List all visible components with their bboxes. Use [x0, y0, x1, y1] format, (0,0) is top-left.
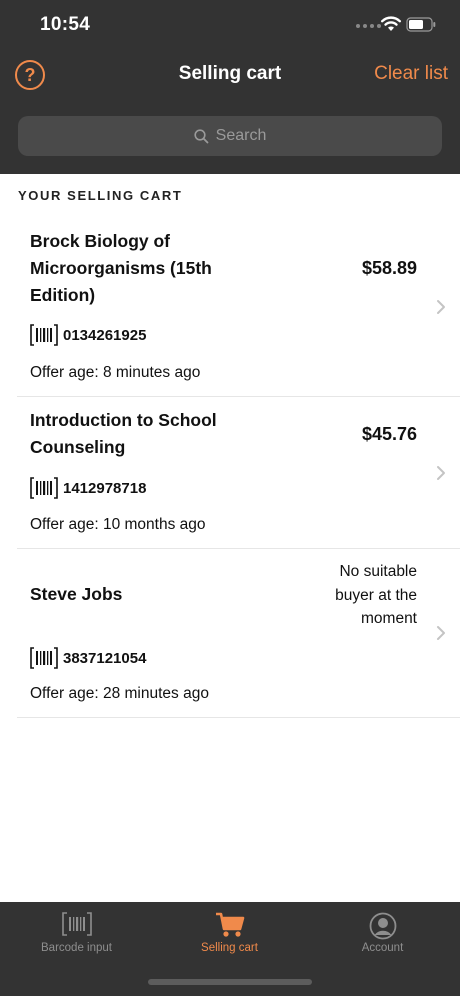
signal-icon [356, 24, 381, 28]
barcode-icon [61, 912, 92, 936]
offer-age: Offer age: 8 minutes ago [30, 364, 201, 381]
header: 10:54 ? Selling cart Clear list Search [0, 0, 460, 174]
barcode-icon [30, 324, 58, 346]
item-isbn: 0134261925 [30, 324, 146, 346]
search-input[interactable]: Search [18, 116, 442, 156]
isbn-value: 0134261925 [63, 326, 147, 344]
account-icon [369, 912, 396, 940]
item-isbn: 1412978718 [30, 477, 146, 499]
status-time: 10:54 [40, 14, 91, 35]
home-indicator [148, 979, 312, 985]
item-price: $45.76 [361, 424, 417, 444]
tab-label: Selling cart [201, 942, 258, 954]
item-title: Brock Biology of Microorganisms (15th Ed… [30, 231, 212, 305]
item-status-note: No suitable buyer at the moment [335, 563, 417, 627]
status-bar: 10:54 [0, 0, 460, 50]
item-isbn: 3837121054 [30, 647, 146, 669]
chevron-right-icon [437, 300, 445, 314]
tab-selling-cart[interactable]: Selling cart [153, 902, 306, 962]
cart-item[interactable]: Steve Jobs No suitable buyer at the mome… [17, 549, 460, 718]
battery-icon [406, 17, 436, 32]
navigation-bar: ? Selling cart Clear list [0, 52, 460, 96]
item-title: Introduction to School Counseling [30, 410, 217, 457]
wifi-icon [381, 16, 401, 31]
isbn-value: 3837121054 [63, 649, 147, 667]
chevron-right-icon [437, 626, 445, 640]
cart-item[interactable]: Brock Biology of Microorganisms (15th Ed… [17, 216, 460, 397]
search-placeholder: Search [215, 127, 267, 144]
tab-label: Barcode input [41, 942, 112, 954]
chevron-right-icon [437, 466, 445, 480]
search-icon [194, 128, 209, 143]
barcode-icon [30, 477, 58, 499]
tab-account[interactable]: Account [306, 902, 459, 962]
item-price: $58.89 [361, 258, 417, 278]
tab-barcode-input[interactable]: Barcode input [0, 902, 153, 962]
offer-age: Offer age: 10 months ago [30, 516, 206, 533]
clear-list-button[interactable]: Clear list [374, 63, 448, 85]
item-title: Steve Jobs [30, 584, 123, 604]
tab-label: Account [361, 942, 404, 954]
isbn-value: 1412978718 [63, 479, 147, 497]
barcode-icon [30, 647, 58, 669]
cart-item[interactable]: Introduction to School Counseling $45.76… [17, 397, 460, 549]
offer-age: Offer age: 28 minutes ago [30, 685, 209, 702]
section-title: YOUR SELLING CART [18, 188, 183, 203]
cart-icon [215, 912, 244, 937]
